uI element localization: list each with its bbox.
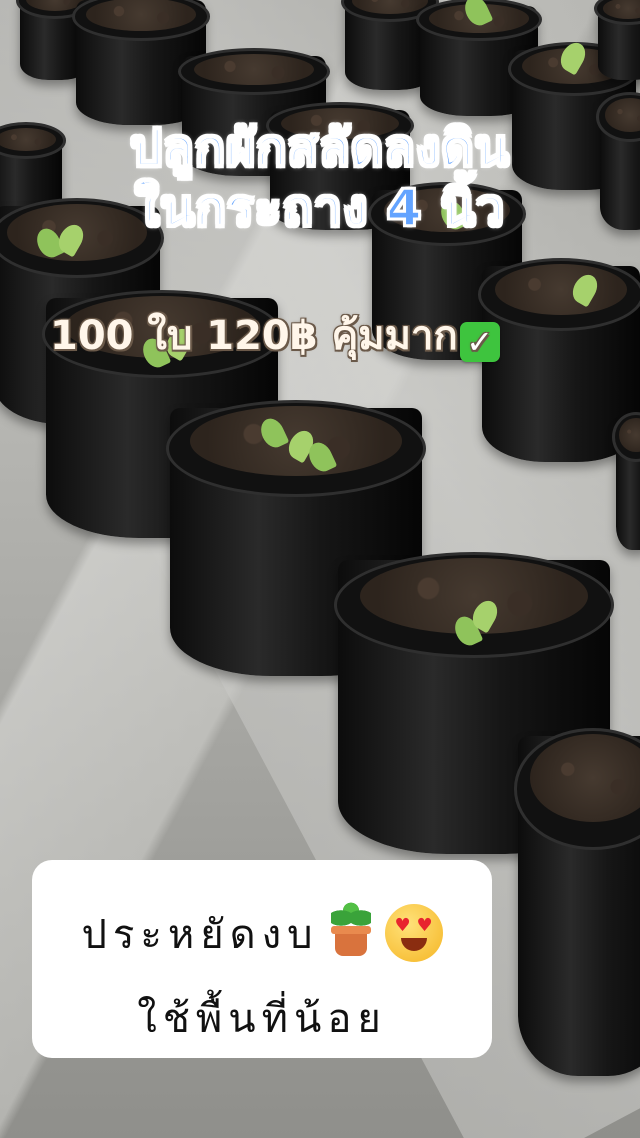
caption-space-text: ใช้พื้นที่น้อย (137, 996, 387, 1042)
plant-pot (612, 412, 640, 550)
price-text: 100 ใบ 120฿ คุ้มมาก (50, 313, 458, 359)
potted-plant-icon (325, 900, 377, 958)
headline-line-2: ในกระถาง 4 นิ้ว (134, 178, 506, 238)
caption-card-line-2: ใช้พื้นที่น้อย (32, 986, 492, 1050)
check-mark-button-icon: ✓ (459, 322, 500, 362)
headline-line-1: ปลูกผักสลัดลงดิน (129, 118, 510, 178)
headline: ปลูกผักสลัดลงดิน ในกระถาง 4 นิ้ว (0, 118, 640, 238)
caption-budget-text: ประหยัดงบ (81, 912, 319, 958)
smiling-face-with-heart-eyes-icon: ♥ ♥ (384, 904, 443, 962)
plant-pot (514, 728, 640, 1076)
price-caption: 100 ใบ 120฿ คุ้มมาก ✓ (50, 306, 500, 366)
plant-pot (594, 0, 640, 80)
caption-card-line-1: ประหยัดงบ ♥ ♥ (32, 900, 492, 966)
